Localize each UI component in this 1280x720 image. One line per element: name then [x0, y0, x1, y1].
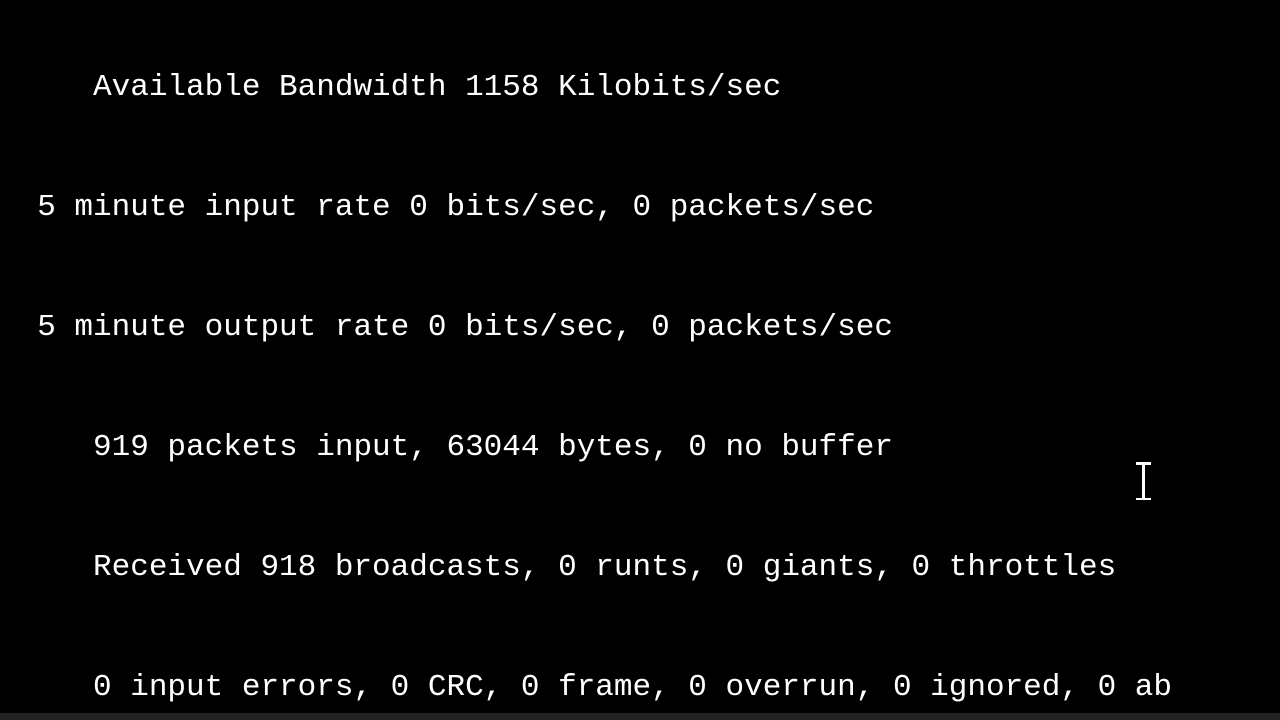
text-caret-icon [1142, 462, 1145, 500]
output-line: 0 input errors, 0 CRC, 0 frame, 0 overru… [0, 668, 1280, 708]
output-line: Available Bandwidth 1158 Kilobits/sec [0, 68, 1280, 108]
output-line: Received 918 broadcasts, 0 runts, 0 gian… [0, 548, 1280, 588]
output-line: 5 minute output rate 0 bits/sec, 0 packe… [0, 308, 1280, 348]
output-line: 919 packets input, 63044 bytes, 0 no buf… [0, 428, 1280, 468]
terminal[interactable]: Available Bandwidth 1158 Kilobits/sec 5 … [0, 0, 1280, 720]
output-line: 5 minute input rate 0 bits/sec, 0 packet… [0, 188, 1280, 228]
window-bottom-bar [0, 713, 1280, 720]
